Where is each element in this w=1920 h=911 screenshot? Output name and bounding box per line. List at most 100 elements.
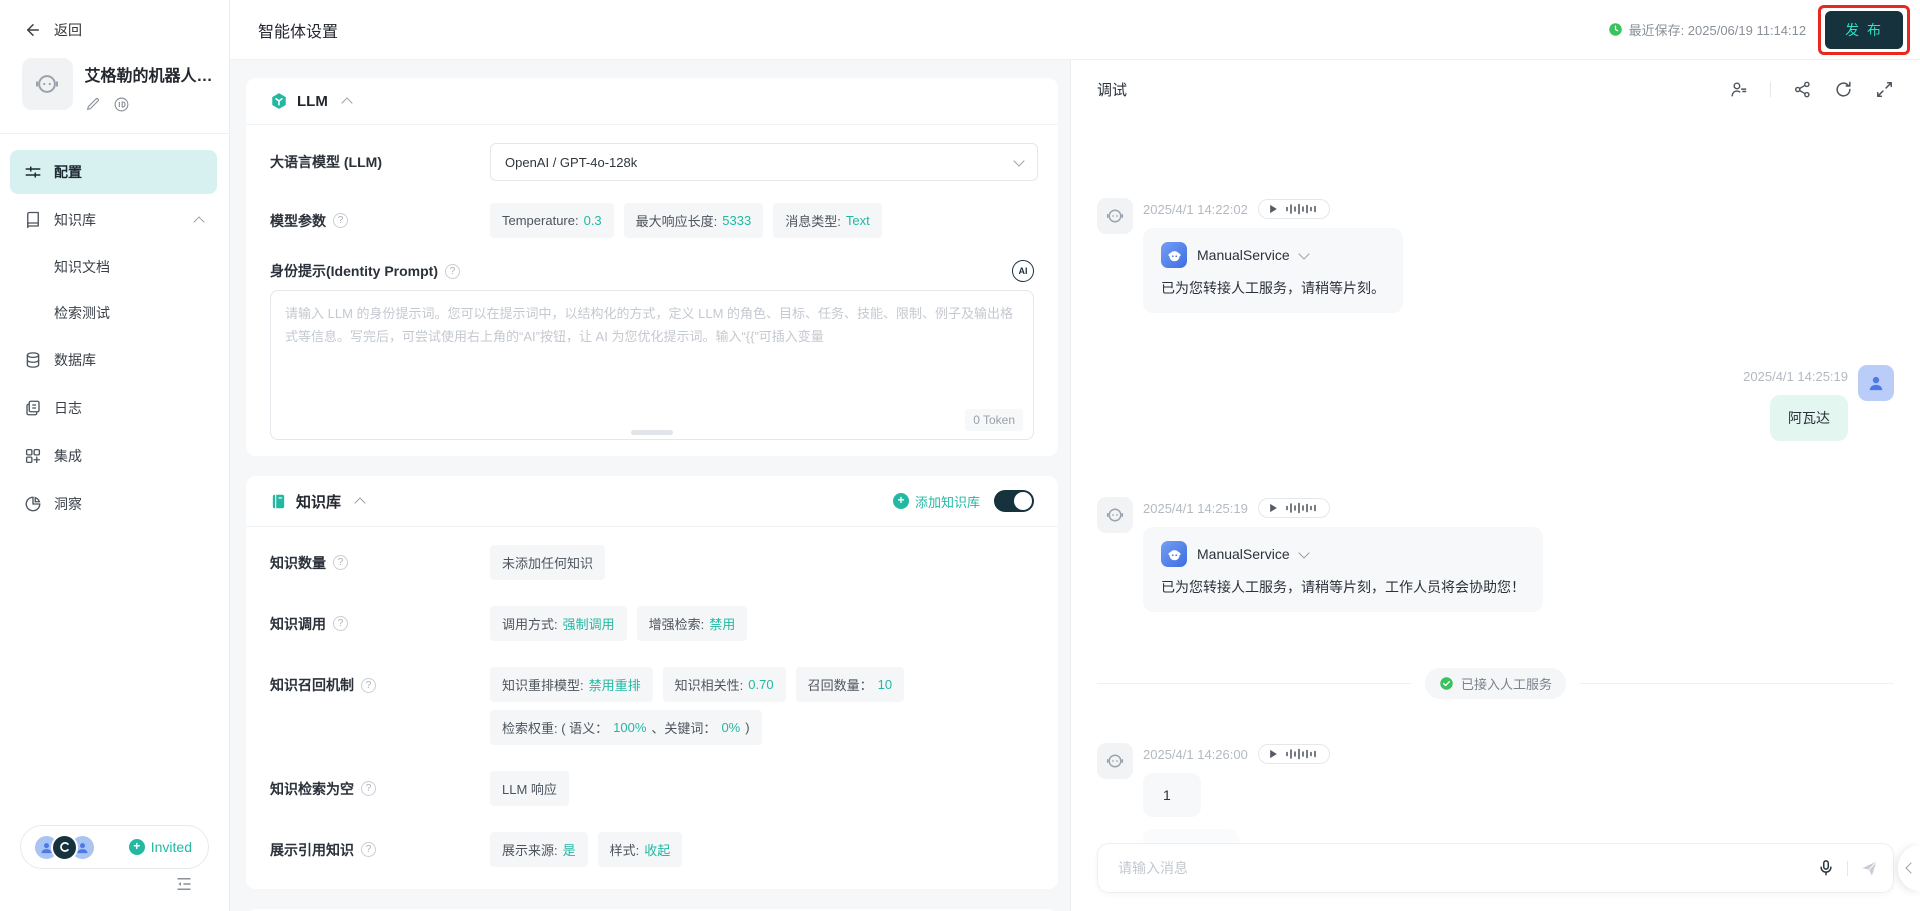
bot-message-card: ManualService 已为您转接人工服务，请稍等片刻。 xyxy=(1143,228,1403,313)
add-knowledge-button[interactable]: + 添加知识库 xyxy=(892,492,980,511)
message-text: 已为您转接人工服务，请稍等片刻，工作人员将会协助您！ xyxy=(1161,579,1525,595)
user-message-bubble: 阿瓦达 xyxy=(1770,395,1848,441)
persona-icon[interactable] xyxy=(1729,80,1748,99)
waveform-icon xyxy=(1286,502,1316,514)
chat-transcript[interactable]: 2025/4/1 14:22:02 ManualService 已为您转接人工服… xyxy=(1071,118,1920,843)
model-select[interactable]: OpenAI / GPT-4o-128k xyxy=(490,143,1038,181)
model-label: 大语言模型 (LLM) xyxy=(270,154,382,170)
bot-avatar xyxy=(1097,743,1133,779)
kb-invoke-mode-chip: 调用方式: 强制调用 xyxy=(490,606,627,641)
collapse-sidebar-icon[interactable] xyxy=(175,875,193,893)
chat-input[interactable] xyxy=(1118,860,1817,876)
info-icon[interactable]: ? xyxy=(445,263,460,279)
bot-message-card: ManualService 已为您转接人工服务，请稍等片刻，工作人员将会协助您！ xyxy=(1143,527,1543,612)
kb-citation-source-chip: 展示来源: 是 xyxy=(490,832,588,867)
service-selector[interactable]: ManualService xyxy=(1161,541,1525,567)
info-icon[interactable]: ? xyxy=(361,677,376,693)
agent-header: 艾格勒的机器人1... xyxy=(0,40,229,113)
sidebar-item-insights[interactable]: 洞察 xyxy=(10,482,217,526)
model-select-value: OpenAI / GPT-4o-128k xyxy=(505,154,638,170)
sidebar-item-label: 知识库 xyxy=(54,212,96,228)
collapse-panel-handle[interactable] xyxy=(1898,845,1920,891)
sidebar-item-label: 洞察 xyxy=(54,496,82,512)
sidebar-item-integrations[interactable]: 集成 xyxy=(10,434,217,478)
member-avatar xyxy=(51,833,78,861)
topbar: 智能体设置 最近保存: 2025/06/19 11:14:12 发 布 xyxy=(230,0,1920,60)
partial-message-bubble: 211212 xyxy=(1143,829,1239,843)
expand-icon[interactable] xyxy=(1875,80,1894,99)
sidebar-nav: 配置 知识库 知识文档 检索测试 数据库 日志 集成 洞察 xyxy=(0,134,229,825)
member-avatars xyxy=(33,833,96,861)
kb-relevance-chip: 知识相关性: 0.70 xyxy=(662,667,786,702)
message-timestamp: 2025/4/1 14:25:19 xyxy=(1143,500,1248,516)
refresh-icon[interactable] xyxy=(1834,80,1853,99)
sidebar-item-label: 配置 xyxy=(54,164,82,180)
play-icon xyxy=(1269,749,1277,759)
message-timestamp: 2025/4/1 14:22:02 xyxy=(1143,201,1248,217)
sidebar-item-config[interactable]: 配置 xyxy=(10,150,217,194)
info-icon[interactable]: ? xyxy=(333,616,348,631)
invited-label: Invited xyxy=(150,839,192,855)
identity-prompt-label: 身份提示(Identity Prompt) xyxy=(270,263,438,279)
chevron-up-icon xyxy=(193,216,205,228)
token-count: 0 Token xyxy=(965,409,1023,431)
id-icon[interactable] xyxy=(113,96,130,113)
sidebar-item-knowledge-docs[interactable]: 知识文档 xyxy=(10,246,217,288)
kb-invoke-label: 知识调用 xyxy=(270,615,326,632)
kb-toggle[interactable] xyxy=(994,490,1034,512)
divider xyxy=(1770,81,1771,97)
robot-icon xyxy=(36,75,59,93)
info-icon[interactable]: ? xyxy=(361,781,376,796)
kb-count-chip: 未添加任何知识 xyxy=(490,545,606,580)
share-icon[interactable] xyxy=(1793,80,1812,99)
debug-title: 调试 xyxy=(1097,81,1128,99)
sidebar-item-label: 知识文档 xyxy=(54,259,110,275)
back-button[interactable]: 返回 xyxy=(0,0,229,40)
identity-prompt-box: 0 Token xyxy=(270,290,1034,440)
message-timestamp: 2025/4/1 14:26:00 xyxy=(1143,746,1248,762)
bot-avatar xyxy=(1097,497,1133,533)
kb-empty-label: 知识检索为空 xyxy=(270,780,354,797)
llm-section-title: LLM xyxy=(297,92,328,110)
sidebar-item-database[interactable]: 数据库 xyxy=(10,338,217,382)
audio-play-pill[interactable] xyxy=(1257,199,1330,219)
audio-play-pill[interactable] xyxy=(1257,498,1330,518)
message-text: 1 xyxy=(1143,773,1201,817)
service-avatar xyxy=(1161,541,1187,567)
chevron-down-icon xyxy=(1297,546,1310,559)
chevron-down-icon xyxy=(1013,154,1025,167)
sidebar-item-label: 数据库 xyxy=(54,352,96,368)
ai-optimize-icon[interactable]: AI xyxy=(1012,260,1034,282)
sidebar-item-label: 检索测试 xyxy=(54,305,110,321)
service-name: ManualService xyxy=(1197,247,1290,263)
play-icon xyxy=(1269,204,1277,214)
info-icon[interactable]: ? xyxy=(333,213,348,228)
divider xyxy=(1847,860,1848,876)
message-timestamp: 2025/4/1 14:25:19 xyxy=(1743,368,1848,384)
page-title: 智能体设置 xyxy=(258,23,339,41)
mic-icon[interactable] xyxy=(1817,859,1835,877)
info-icon[interactable]: ? xyxy=(361,842,376,857)
collapse-section-icon[interactable] xyxy=(341,97,353,109)
publish-button[interactable]: 发 布 xyxy=(1825,10,1903,49)
sidebar-item-logs[interactable]: 日志 xyxy=(10,386,217,430)
knowledge-card: 知识库 + 添加知识库 知识数量 ? 未添加任何知识 知识调用 ? 调用方式: … xyxy=(246,476,1058,889)
human-service-divider: 已接入人工服务 xyxy=(1097,668,1895,699)
invited-members-pill[interactable]: + Invited xyxy=(20,825,209,869)
service-selector[interactable]: ManualService xyxy=(1161,242,1385,268)
send-icon[interactable] xyxy=(1860,859,1879,878)
clock-icon xyxy=(1608,22,1623,37)
sidebar-item-knowledge[interactable]: 知识库 xyxy=(10,198,217,242)
sidebar-item-retrieval-test[interactable]: 检索测试 xyxy=(10,292,217,334)
param-chip-temperature: Temperature: 0.3 xyxy=(490,203,614,238)
collapse-section-icon[interactable] xyxy=(354,497,366,509)
sidebar-item-label: 集成 xyxy=(54,448,82,464)
resize-handle[interactable] xyxy=(631,430,673,435)
info-icon[interactable]: ? xyxy=(333,555,348,570)
service-name: ManualService xyxy=(1197,546,1290,562)
edit-icon[interactable] xyxy=(85,96,101,113)
identity-prompt-input[interactable] xyxy=(271,291,1033,439)
agent-avatar xyxy=(22,58,73,110)
audio-play-pill[interactable] xyxy=(1257,744,1330,764)
param-chip-message-type: 消息类型: Text xyxy=(773,203,882,238)
